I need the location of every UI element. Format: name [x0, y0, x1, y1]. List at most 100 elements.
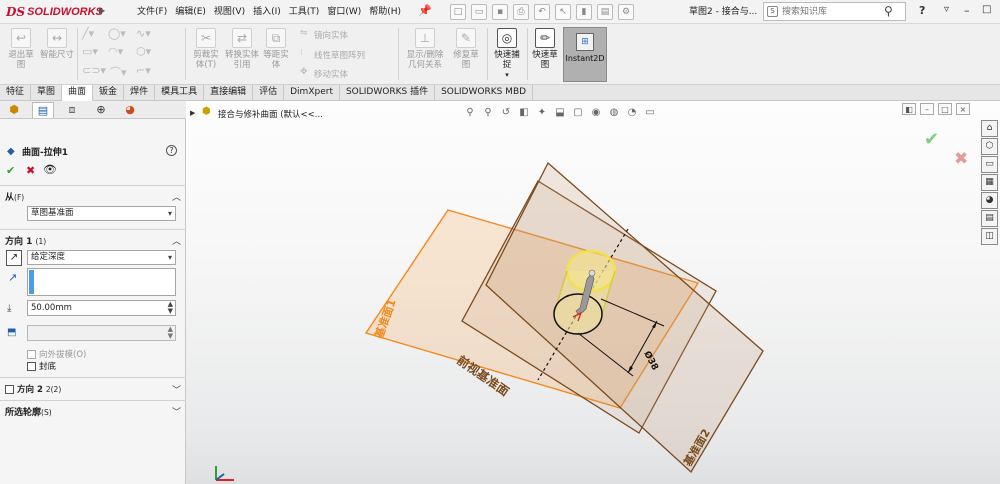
- from-section-header[interactable]: 从(F): [5, 190, 24, 203]
- mirror-entities-button[interactable]: 镜向实体: [314, 29, 348, 41]
- view-settings-icon[interactable]: ▭: [643, 106, 657, 120]
- feature-tree-label[interactable]: 接合与修补曲面 (默认<<...: [218, 108, 323, 120]
- logo-menu-arrow-icon[interactable]: ▶: [99, 6, 105, 15]
- draft-outward-checkbox[interactable]: 向外拔模(O): [27, 348, 86, 360]
- cancel-x-icon[interactable]: ✖: [26, 164, 35, 177]
- tab-features[interactable]: 特征: [0, 85, 32, 101]
- depth-field[interactable]: 50.00mm ▲ ▼: [27, 300, 176, 316]
- reverse-direction-icon[interactable]: ↗: [6, 250, 22, 266]
- viewport-close-icon[interactable]: ×: [956, 103, 970, 115]
- menu-help[interactable]: 帮助(H): [365, 0, 405, 24]
- viewport-maximize-icon[interactable]: □: [938, 103, 952, 115]
- tab-dimxpert[interactable]: DimXpert: [284, 85, 340, 101]
- hide-show-items-icon[interactable]: ◉: [589, 106, 603, 120]
- menu-view[interactable]: 视图(V): [210, 0, 249, 24]
- select-icon[interactable]: ↖: [555, 4, 571, 20]
- rebuild-icon[interactable]: ▮: [576, 4, 592, 20]
- tab-weldments[interactable]: 焊件: [124, 85, 156, 101]
- forum-icon[interactable]: ◫: [981, 228, 998, 245]
- edit-appearance-icon[interactable]: ◍: [607, 106, 621, 120]
- polygon-tool-icon[interactable]: ⬡▾: [136, 45, 151, 58]
- rapid-sketch-button[interactable]: ✏ 快速草图: [530, 28, 560, 70]
- options-gear-icon[interactable]: ⚙: [618, 4, 634, 20]
- open-icon[interactable]: ▭: [471, 4, 487, 20]
- section-view-icon[interactable]: ◧: [517, 106, 531, 120]
- graphics-area[interactable]: Ø38 前视基准面 基准面1 基准面2 ▶ ⬢ 接合与修补曲面 (默认<<...…: [186, 101, 1000, 484]
- dimxpert-manager-icon[interactable]: ⊕: [90, 102, 112, 118]
- mirror-entities-icon[interactable]: ⇋: [300, 28, 308, 38]
- solidworks-resources-home-icon[interactable]: ⌂: [981, 120, 998, 137]
- move-entities-icon[interactable]: ✥: [300, 67, 308, 77]
- rectangle-tool-icon[interactable]: ▭▾: [82, 45, 98, 58]
- apply-scene-icon[interactable]: ◔: [625, 106, 639, 120]
- circle-tool-icon[interactable]: ◯▾: [108, 27, 126, 40]
- slot-tool-icon[interactable]: ⊂⊃▾: [82, 64, 106, 77]
- quick-snaps-dropdown-icon[interactable]: ▾: [491, 70, 523, 80]
- tab-surfaces[interactable]: 曲面: [62, 85, 94, 101]
- exit-sketch-button[interactable]: ↩ 退出草图: [6, 28, 36, 70]
- point-tool-icon[interactable]: ⌐▾: [136, 64, 151, 77]
- pin-menu-icon[interactable]: 📌: [418, 4, 432, 18]
- line-tool-icon[interactable]: ╱▾: [82, 27, 94, 40]
- save-icon[interactable]: ▪: [492, 4, 508, 20]
- file-explorer-icon[interactable]: ▭: [981, 156, 998, 173]
- front-plane-surface[interactable]: [485, 161, 764, 474]
- maximize-icon[interactable]: □: [982, 4, 991, 15]
- model-viewport[interactable]: Ø38 前视基准面 基准面1 基准面2: [186, 101, 1000, 484]
- preview-eye-icon[interactable]: 👁: [43, 163, 57, 176]
- menu-file[interactable]: 文件(F): [133, 0, 171, 24]
- tab-sheet-metal[interactable]: 钣金: [93, 85, 125, 101]
- new-document-icon[interactable]: □: [450, 4, 466, 20]
- expand-chevron-icon[interactable]: ﹀: [172, 383, 181, 396]
- minimize-icon[interactable]: –: [964, 4, 970, 17]
- selected-contours-header[interactable]: 所选轮廓(S): [5, 405, 52, 418]
- menu-tools[interactable]: 工具(T): [285, 0, 324, 24]
- spline-tool-icon[interactable]: ∿▾: [136, 27, 151, 40]
- repair-sketch-button[interactable]: ✎ 修复草图: [451, 28, 481, 70]
- draft-angle-field[interactable]: ▲ ▼: [27, 325, 176, 341]
- menu-insert[interactable]: 插入(I): [249, 0, 285, 24]
- convert-entities-button[interactable]: ⇄ 转换实体引用: [225, 28, 259, 70]
- menu-edit[interactable]: 编辑(E): [171, 0, 210, 24]
- viewport-minimize-icon[interactable]: –: [920, 103, 934, 115]
- confirm-cancel-icon[interactable]: ✖: [954, 149, 968, 169]
- tab-solidworks-mbd[interactable]: SOLIDWORKS MBD: [435, 85, 534, 101]
- undo-icon[interactable]: ↶: [534, 4, 550, 20]
- quick-snaps-button[interactable]: ◎ 快速捕捉 ▾: [491, 28, 523, 80]
- move-entities-button[interactable]: 移动实体: [314, 68, 348, 80]
- property-manager-icon[interactable]: ▤: [32, 102, 54, 118]
- end-condition-select[interactable]: 给定深度 ▾: [27, 250, 176, 265]
- collapse-chevron-icon[interactable]: ︿: [172, 234, 181, 247]
- smart-dimension-button[interactable]: ↔ 智能尺寸: [40, 28, 74, 60]
- ok-check-icon[interactable]: ✔: [6, 164, 15, 177]
- fillet-tool-icon[interactable]: ⌒▾: [110, 64, 127, 80]
- direction2-checkbox[interactable]: 方向 2 2(2): [5, 383, 61, 395]
- search-icon[interactable]: ⚲: [884, 4, 893, 18]
- zoom-area-icon[interactable]: ⚲: [481, 106, 495, 120]
- feature-manager-icon[interactable]: ⬢: [3, 102, 25, 118]
- tab-evaluate[interactable]: 评估: [253, 85, 285, 101]
- display-delete-relations-button[interactable]: ⊥ 显示/删除几何关系: [403, 28, 447, 70]
- previous-view-icon[interactable]: ↺: [499, 106, 513, 120]
- offset-entities-button[interactable]: ⧉ 等距实体: [261, 28, 291, 70]
- collapse-chevron-icon[interactable]: ︿: [172, 190, 181, 203]
- view-palette-icon[interactable]: ▦: [981, 174, 998, 191]
- arrow-handle-icon[interactable]: [588, 269, 596, 277]
- instant2d-button[interactable]: ⊞ Instant2D: [563, 27, 607, 82]
- confirm-ok-icon[interactable]: ✔: [924, 129, 939, 150]
- help-icon[interactable]: ?: [919, 4, 925, 17]
- file-properties-icon[interactable]: ▤: [597, 4, 613, 20]
- configuration-manager-icon[interactable]: ⧈: [61, 102, 83, 118]
- view-orientation-icon[interactable]: ⬓: [553, 106, 567, 120]
- viewport-restore-icon[interactable]: ◧: [902, 103, 916, 115]
- direction-selection-box[interactable]: [27, 268, 176, 296]
- linear-pattern-button[interactable]: 线性草图阵列: [314, 49, 365, 61]
- from-select[interactable]: 草图基准面 ▾: [27, 206, 176, 221]
- display-manager-icon[interactable]: ◕: [119, 102, 141, 118]
- help-circle-icon[interactable]: ?: [166, 145, 177, 156]
- menu-window[interactable]: 窗口(W): [323, 0, 365, 24]
- user-icon[interactable]: ▿: [944, 4, 949, 15]
- linear-pattern-icon[interactable]: ⁝: [300, 48, 303, 58]
- tab-sketch[interactable]: 草图: [31, 85, 63, 101]
- appearances-icon[interactable]: ◕: [981, 192, 998, 209]
